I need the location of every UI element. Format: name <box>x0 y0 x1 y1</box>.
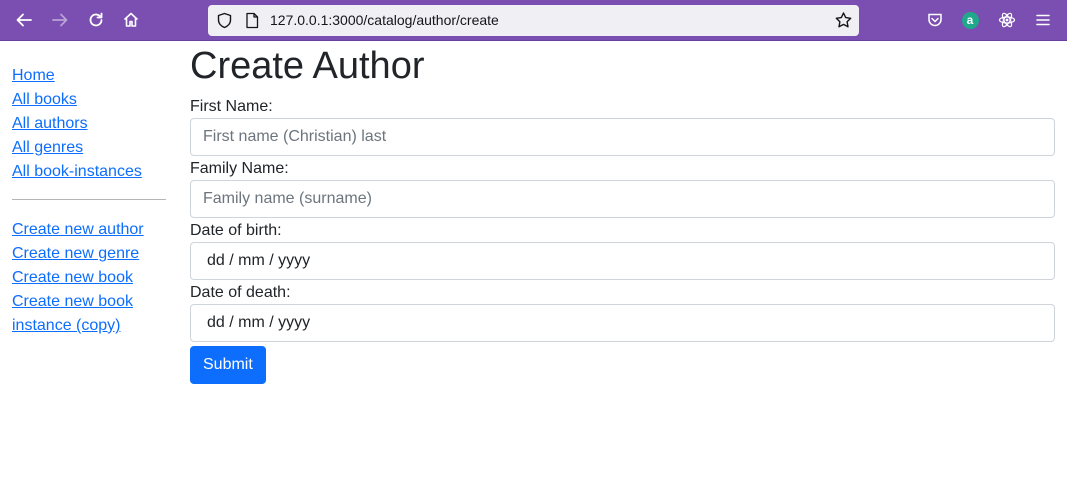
sidebar-divider <box>12 199 166 200</box>
date-of-death-input[interactable]: dd / mm / yyyy <box>190 304 1055 342</box>
back-icon[interactable] <box>11 7 37 33</box>
family-name-label: Family Name: <box>190 160 289 177</box>
url-text[interactable]: 127.0.0.1:3000/catalog/author/create <box>270 12 499 29</box>
submit-button[interactable]: Submit <box>190 346 266 384</box>
nav-link-all-genres[interactable]: All genres <box>12 136 166 160</box>
family-name-input[interactable] <box>190 180 1055 218</box>
bookmark-star-icon[interactable] <box>834 11 853 30</box>
first-name-input[interactable] <box>190 118 1055 156</box>
date-of-birth-value: dd / mm / yyyy <box>207 252 311 269</box>
create-link-book[interactable]: Create new book <box>12 266 166 290</box>
home-icon[interactable] <box>118 7 144 33</box>
nav-link-all-books[interactable]: All books <box>12 88 166 112</box>
pocket-icon[interactable] <box>922 7 948 33</box>
shield-icon[interactable] <box>216 12 233 29</box>
reload-icon[interactable] <box>83 7 109 33</box>
page-icon[interactable] <box>244 12 260 29</box>
create-link-author[interactable]: Create new author <box>12 218 166 242</box>
date-of-death-value: dd / mm / yyyy <box>207 314 311 331</box>
date-of-birth-input[interactable]: dd / mm / yyyy <box>190 242 1055 280</box>
url-bar[interactable]: 127.0.0.1:3000/catalog/author/create <box>208 5 859 36</box>
extension-a-letter: a <box>961 11 979 29</box>
nav-link-all-book-instances[interactable]: All book-instances <box>12 160 166 184</box>
nav-link-home[interactable]: Home <box>12 64 166 88</box>
nav-link-all-authors[interactable]: All authors <box>12 112 166 136</box>
first-name-label: First Name: <box>190 98 273 115</box>
browser-toolbar: 127.0.0.1:3000/catalog/author/create a <box>0 0 1067 41</box>
extension-a-icon[interactable]: a <box>957 7 983 33</box>
date-of-death-label: Date of death: <box>190 284 291 301</box>
sidebar: Home All books All authors All genres Al… <box>12 64 166 338</box>
forward-icon[interactable] <box>47 7 73 33</box>
author-form: First Name: Family Name: Date of birth: … <box>190 98 1055 384</box>
menu-icon[interactable] <box>1030 7 1056 33</box>
create-link-book-instance[interactable]: Create new book instance (copy) <box>12 290 166 338</box>
date-of-birth-label: Date of birth: <box>190 222 282 239</box>
main-content: Create Author First Name: Family Name: D… <box>190 44 1055 384</box>
create-link-genre[interactable]: Create new genre <box>12 242 166 266</box>
react-devtools-icon[interactable] <box>994 7 1020 33</box>
page-title: Create Author <box>190 45 425 87</box>
